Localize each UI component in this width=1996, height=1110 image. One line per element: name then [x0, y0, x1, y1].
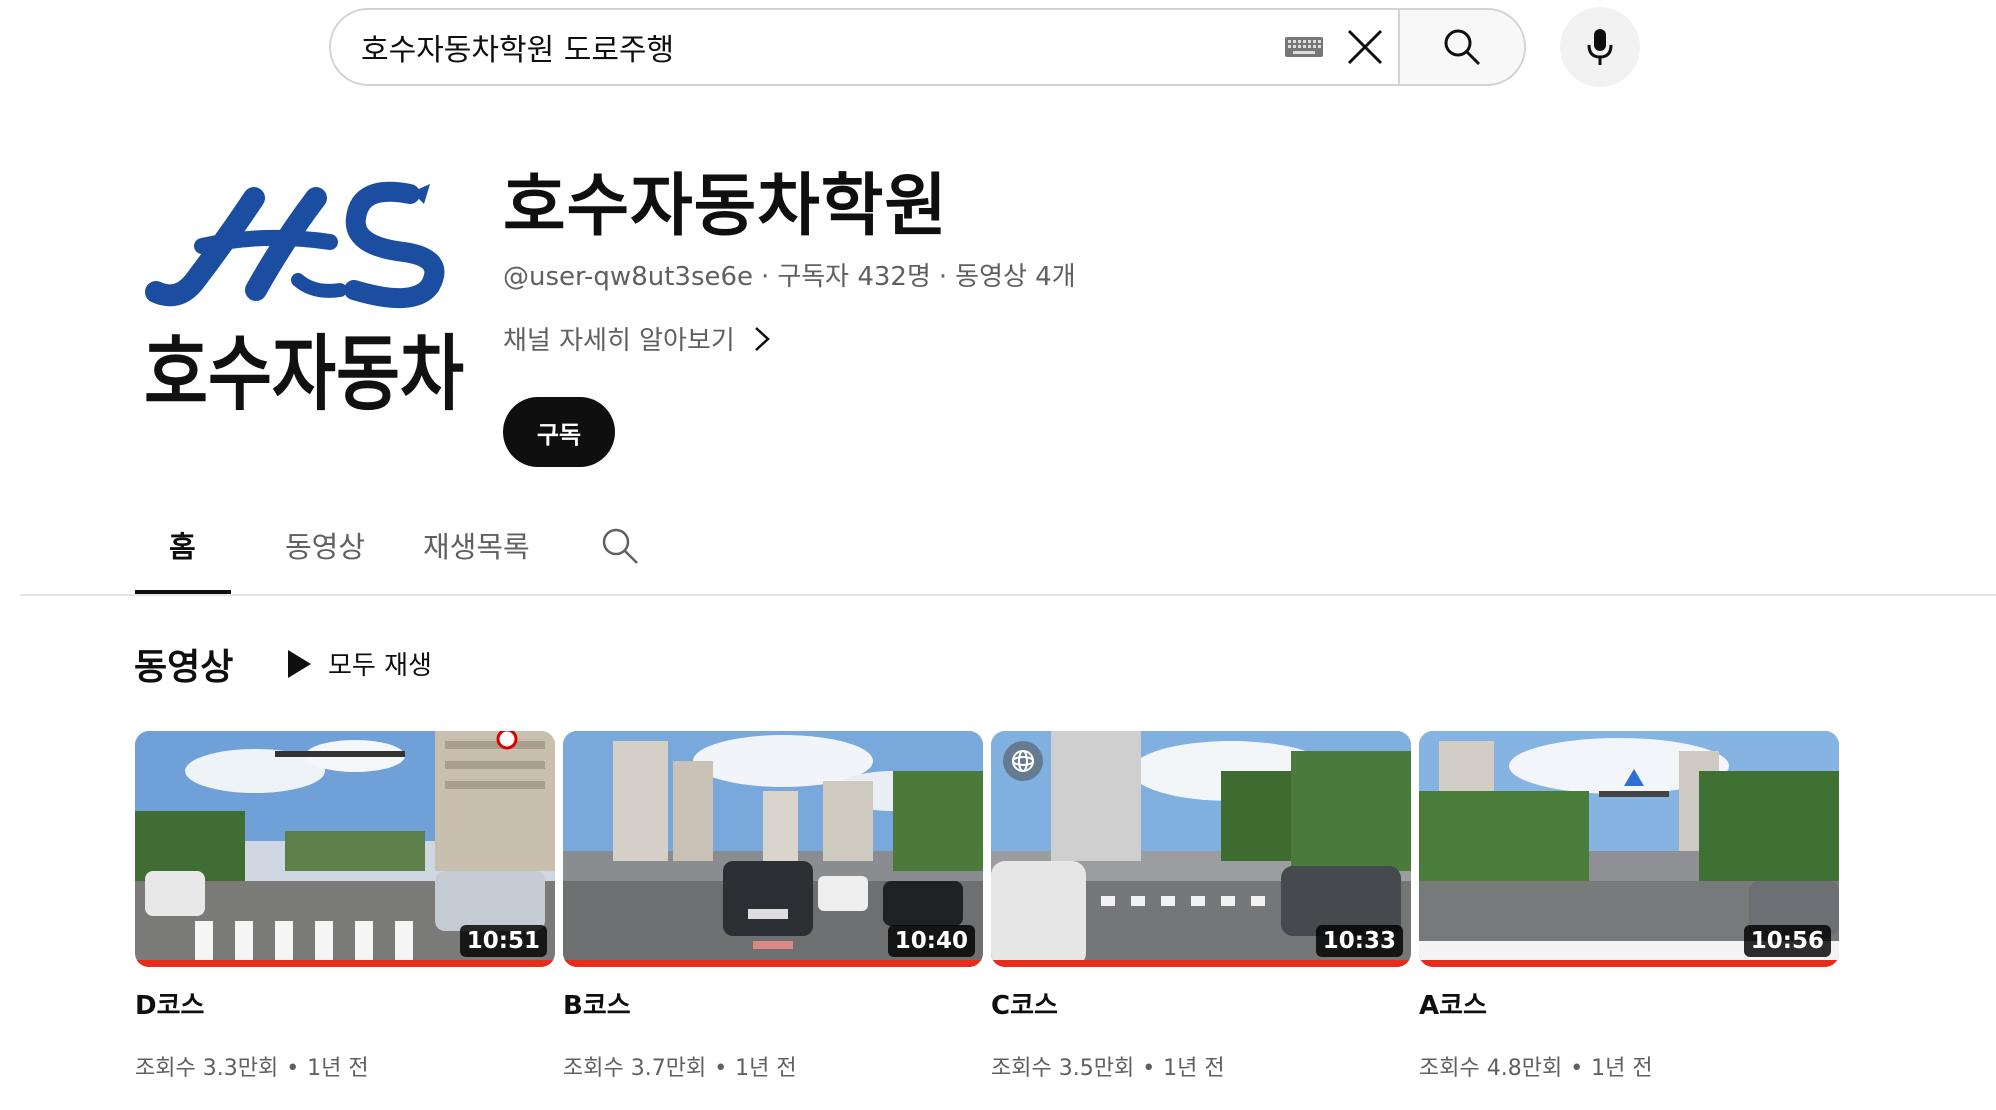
close-icon	[1347, 29, 1383, 65]
video-card[interactable]: 10:40 B코스 조회수 3.7만회 • 1년 전	[563, 731, 983, 1082]
video-title[interactable]: B코스	[563, 985, 983, 1022]
video-card[interactable]: 10:51 D코스 조회수 3.3만회 • 1년 전	[135, 731, 555, 1082]
keyboard-icon[interactable]	[1284, 36, 1324, 58]
video-meta: 조회수 3.3만회 • 1년 전	[135, 1050, 555, 1082]
video-meta: 조회수 3.5만회 • 1년 전	[991, 1050, 1411, 1082]
search-icon	[1444, 29, 1481, 66]
channel-name: 호수자동차학원	[503, 167, 948, 246]
video-title[interactable]: C코스	[991, 985, 1411, 1022]
video-meta: 조회수 4.8만회 • 1년 전	[1419, 1050, 1839, 1082]
channel-handle: @user-qw8ut3se6e	[503, 262, 754, 292]
video-thumbnail[interactable]: 10:33	[991, 731, 1411, 967]
watched-progress-bar	[991, 960, 1411, 967]
channel-meta: @user-qw8ut3se6e · 구독자 432명 · 동영상 4개	[503, 256, 1076, 293]
channel-logo: 호수자동차	[144, 181, 464, 422]
channel-avatar[interactable]: 호수자동차	[134, 170, 474, 450]
upload-age: 1년 전	[735, 1056, 797, 1081]
upload-age: 1년 전	[307, 1056, 369, 1081]
view-count: 조회수 4.8만회	[1419, 1056, 1563, 1081]
view-count: 조회수 3.7만회	[563, 1056, 707, 1081]
about-link-label: 채널 자세히 알아보기	[503, 326, 735, 356]
view-count: 조회수 3.5만회	[991, 1056, 1135, 1081]
logo-korean-text: 호수자동차	[144, 327, 464, 422]
subscribe-button[interactable]: 구독	[503, 397, 615, 467]
video-duration: 10:40	[887, 925, 975, 957]
openai-watermark-icon	[1003, 741, 1043, 781]
subscriber-count: 구독자 432명	[777, 262, 931, 292]
upload-age: 1년 전	[1163, 1056, 1225, 1081]
tab-home[interactable]: 홈	[169, 524, 196, 566]
meta-separator: ·	[761, 262, 770, 292]
video-thumbnail[interactable]: 10:56	[1419, 731, 1839, 967]
video-duration: 10:56	[1743, 925, 1831, 957]
section-title: 동영상	[134, 647, 234, 688]
chevron-right-icon	[754, 326, 770, 351]
search-button[interactable]	[1398, 10, 1524, 84]
meta-separator: •	[286, 1056, 300, 1081]
meta-separator: •	[714, 1056, 728, 1081]
search-icon	[602, 528, 638, 564]
watched-progress-bar	[1419, 960, 1839, 967]
upload-age: 1년 전	[1591, 1056, 1653, 1081]
watched-progress-bar	[563, 960, 983, 967]
meta-separator: •	[1570, 1056, 1584, 1081]
video-duration: 10:51	[459, 925, 547, 957]
search-input[interactable]	[331, 10, 1284, 84]
channel-tabs: 홈 동영상 재생목록	[0, 510, 1996, 596]
voice-search-button[interactable]	[1560, 7, 1640, 87]
channel-about-link[interactable]: 채널 자세히 알아보기	[503, 320, 771, 357]
video-card[interactable]: 10:33 C코스 조회수 3.5만회 • 1년 전	[991, 731, 1411, 1082]
watched-progress-bar	[135, 960, 555, 967]
tabs-divider	[20, 594, 1996, 596]
video-duration: 10:33	[1315, 925, 1403, 957]
meta-separator: ·	[938, 262, 948, 292]
play-icon	[288, 649, 311, 678]
video-title[interactable]: A코스	[1419, 985, 1839, 1022]
view-count: 조회수 3.3만회	[135, 1056, 279, 1081]
video-card[interactable]: 10:56 A코스 조회수 4.8만회 • 1년 전	[1419, 731, 1839, 1082]
video-count: 동영상 4개	[955, 262, 1076, 292]
play-all-button[interactable]: 모두 재생	[284, 645, 432, 682]
video-thumbnail[interactable]: 10:51	[135, 731, 555, 967]
video-title[interactable]: D코스	[135, 985, 555, 1022]
tab-playlists[interactable]: 재생목록	[423, 524, 530, 566]
search-bar	[329, 8, 1526, 86]
tab-videos[interactable]: 동영상	[285, 524, 365, 566]
clear-search-button[interactable]	[1338, 20, 1392, 74]
meta-separator: •	[1142, 1056, 1156, 1081]
mic-icon	[1587, 29, 1613, 65]
video-meta: 조회수 3.7만회 • 1년 전	[563, 1050, 983, 1082]
play-all-label: 모두 재생	[328, 651, 432, 681]
channel-search-button[interactable]	[600, 526, 640, 570]
video-thumbnail[interactable]: 10:40	[563, 731, 983, 967]
